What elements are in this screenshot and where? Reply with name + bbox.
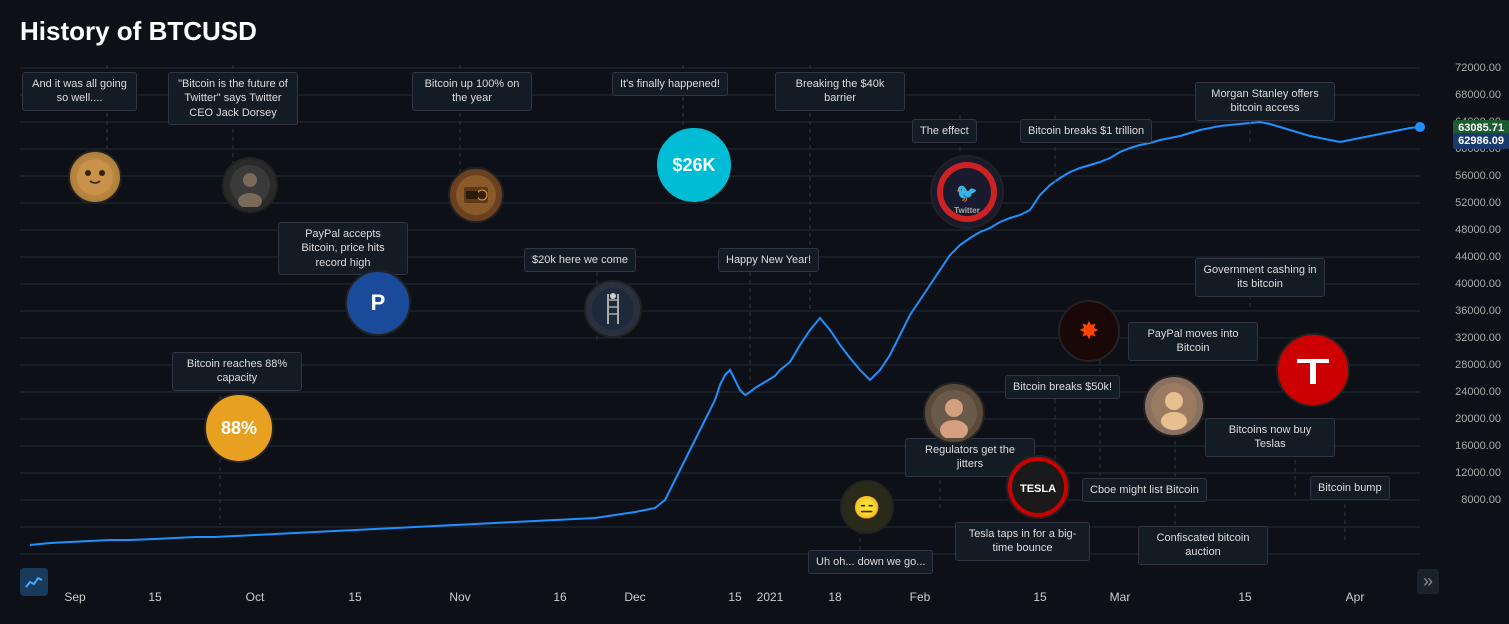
svg-text:✸: ✸	[1079, 318, 1099, 343]
y-label-40000: 40000.00	[1455, 278, 1501, 290]
annotation-14: PayPal moves into Bitcoin	[1128, 322, 1258, 361]
y-label-20000: 20000.00	[1455, 413, 1501, 425]
price-label-low: 62986.09	[1453, 133, 1509, 149]
chart-container: History of BTCUSD	[0, 0, 1509, 624]
x-label-15d: 15	[1033, 590, 1046, 604]
y-label-12000: 12000.00	[1455, 467, 1501, 479]
y-label-8000: 8000.00	[1461, 494, 1501, 506]
nav-arrows[interactable]: »	[1417, 569, 1439, 594]
x-label-dec: Dec	[624, 590, 645, 604]
x-label-2021: 2021	[757, 590, 784, 604]
x-label-nov: Nov	[449, 590, 470, 604]
annotation-3: Bitcoin up 100% on the year	[412, 72, 532, 111]
y-label-44000: 44000.00	[1455, 251, 1501, 263]
annotation-5: Breaking the $40k barrier	[775, 72, 905, 111]
icon-person-dorsey	[222, 157, 278, 213]
icon-88pct: 88%	[204, 393, 274, 463]
icon-cat	[68, 150, 122, 204]
icon-26k: $26K	[657, 128, 731, 202]
icon-spark: ✸	[1058, 300, 1120, 362]
x-label-mar: Mar	[1110, 590, 1131, 604]
svg-text:Twitter: Twitter	[954, 206, 980, 215]
annotation-9: PayPal accepts Bitcoin, price hits recor…	[278, 222, 408, 275]
icon-radio	[448, 167, 504, 223]
annotation-15: Bitcoins now buy Teslas	[1205, 418, 1335, 457]
y-label-28000: 28000.00	[1455, 359, 1501, 371]
x-label-oct: Oct	[246, 590, 265, 604]
svg-text:😑: 😑	[853, 495, 880, 520]
x-label-apr: Apr	[1346, 590, 1365, 604]
x-label-15b: 15	[348, 590, 361, 604]
icon-person-3	[1143, 375, 1205, 437]
x-label-feb: Feb	[910, 590, 931, 604]
x-label-18: 18	[828, 590, 841, 604]
x-label-15a: 15	[148, 590, 161, 604]
x-label-15e: 15	[1238, 590, 1251, 604]
annotation-6: The effect	[912, 119, 977, 143]
annotation-10: $20k here we come	[524, 248, 636, 272]
annotation-7: Bitcoin breaks $1 trillion	[1020, 119, 1152, 143]
y-label-32000: 32000.00	[1455, 332, 1501, 344]
icon-emoji: 😑	[840, 480, 894, 534]
icon-tesla-t	[1276, 333, 1350, 407]
y-label-24000: 24000.00	[1455, 386, 1501, 398]
current-price-dot	[1415, 122, 1425, 132]
annotation-11: Happy New Year!	[718, 248, 819, 272]
svg-text:TESLA: TESLA	[1020, 483, 1056, 495]
x-label-15c: 15	[728, 590, 741, 604]
y-label-36000: 36000.00	[1455, 305, 1501, 317]
icon-regulator	[923, 382, 985, 444]
annotation-18: Tesla taps in for a big-time bounce	[955, 522, 1090, 561]
icon-twitter-musk: 🐦 Twitter	[930, 155, 1004, 229]
annotation-8: Morgan Stanley offers bitcoin access	[1195, 82, 1335, 121]
y-label-52000: 52000.00	[1455, 197, 1501, 209]
annotation-20: Confiscated bitcoin auction	[1138, 526, 1268, 565]
icon-tesla-logo: TESLA	[1006, 455, 1070, 519]
y-label-48000: 48000.00	[1455, 224, 1501, 236]
annotation-13: Bitcoin reaches 88% capacity	[172, 352, 302, 391]
annotation-19: Cboe might list Bitcoin	[1082, 478, 1207, 502]
tradingview-logo	[20, 568, 48, 596]
annotation-12: Government cashing in its bitcoin	[1195, 258, 1325, 297]
y-label-16000: 16000.00	[1455, 440, 1501, 452]
svg-text:P: P	[371, 290, 386, 315]
y-label-56000: 56000.00	[1455, 170, 1501, 182]
svg-text:🐦: 🐦	[956, 183, 978, 203]
y-label-68000: 68000.00	[1455, 89, 1501, 101]
icon-paypal: P	[345, 270, 411, 336]
annotation-21: Bitcoin bump	[1310, 476, 1390, 500]
icon-climber	[584, 280, 642, 338]
y-label-72000: 72000.00	[1455, 62, 1501, 74]
annotation-17: Bitcoin breaks $50k!	[1005, 375, 1120, 399]
annotation-4: It's finally happened!	[612, 72, 728, 96]
annotation-1: And it was all going so well....	[22, 72, 137, 111]
annotation-22: Uh oh... down we go...	[808, 550, 933, 574]
x-label-16: 16	[553, 590, 566, 604]
x-label-sep: Sep	[64, 590, 85, 604]
annotation-2: "Bitcoin is the future of Twitter" says …	[168, 72, 298, 125]
